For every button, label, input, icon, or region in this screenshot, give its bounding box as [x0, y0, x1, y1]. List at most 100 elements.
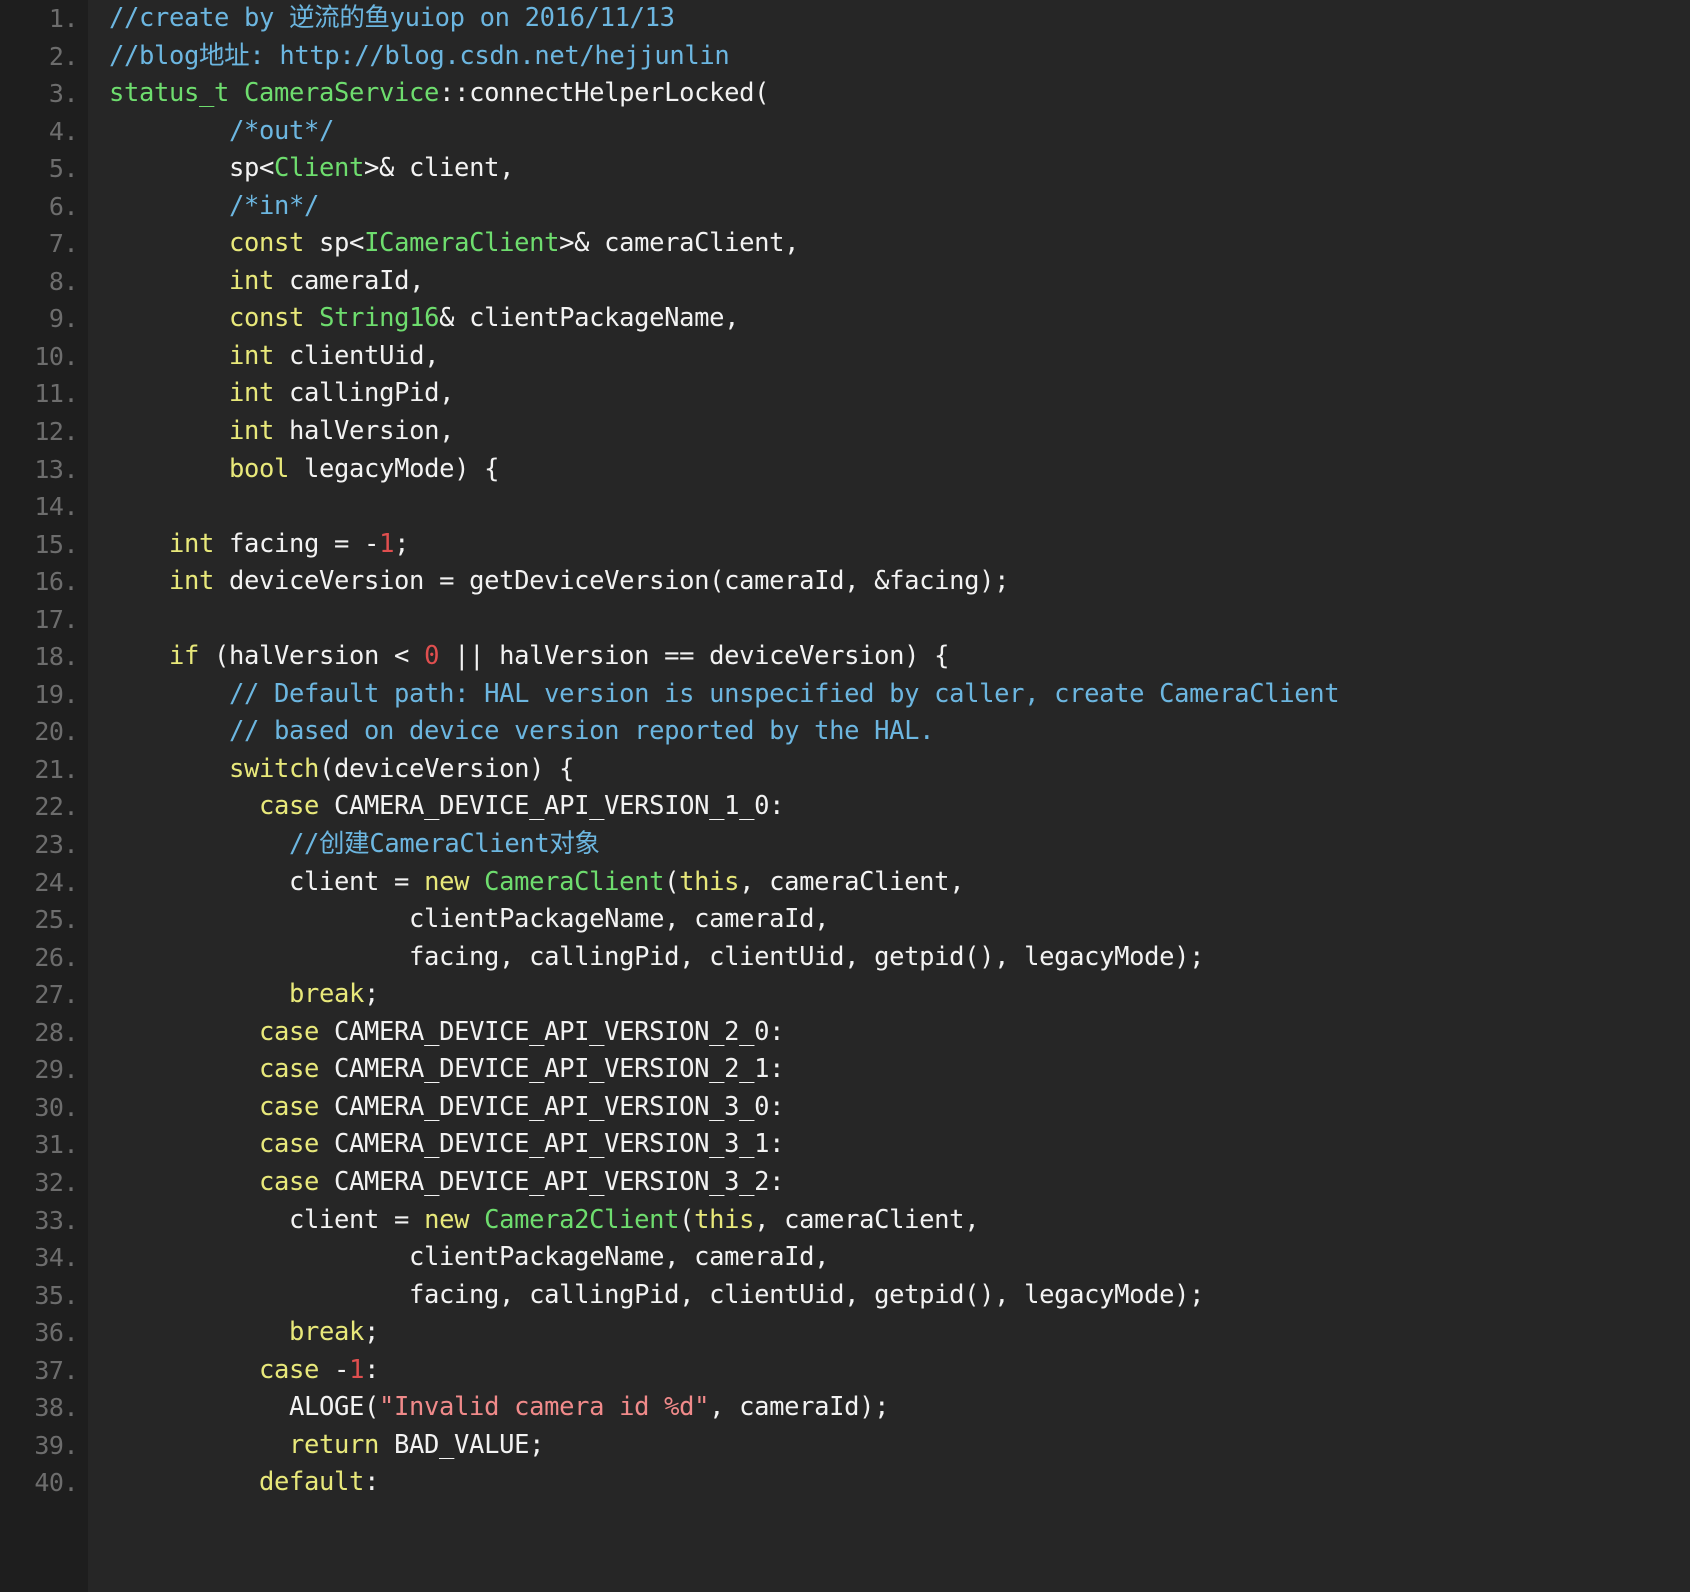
code-token-id — [109, 829, 289, 859]
code-token-id: ::connectHelperLocked( — [439, 78, 770, 109]
code-line[interactable]: return BAD_VALUE; — [109, 1427, 1690, 1465]
code-token-id — [109, 1467, 259, 1497]
code-token-id — [109, 754, 229, 784]
code-line[interactable]: facing, callingPid, clientUid, getpid(),… — [109, 939, 1690, 977]
code-token-cmt: /*out*/ — [229, 115, 335, 146]
code-content-area[interactable]: //create by 逆流的鱼yuiop on 2016/11/13 //blo… — [88, 0, 1690, 1592]
code-line[interactable]: status_t CameraService::connectHelperLoc… — [109, 75, 1690, 113]
code-line[interactable]: // based on device version reported by t… — [109, 713, 1690, 751]
code-token-id: facing, callingPid, clientUid, getpid(),… — [109, 1279, 1205, 1310]
code-line[interactable]: facing, callingPid, clientUid, getpid(),… — [109, 1277, 1690, 1315]
line-number: 40. — [34, 1468, 78, 1498]
code-token-id: CAMERA_DEVICE_API_VERSION_3_1: — [319, 1129, 785, 1160]
code-line[interactable]: int clientUid, — [109, 338, 1690, 376]
line-number: 23. — [34, 830, 78, 860]
code-token-id — [304, 303, 319, 333]
code-token-kw: int — [229, 416, 275, 447]
code-line[interactable]: case -1: — [109, 1352, 1690, 1390]
code-line[interactable]: client = new Camera2Client(this, cameraC… — [109, 1202, 1690, 1240]
code-line[interactable]: //create by 逆流的鱼yuiop on 2016/11/13 — [109, 0, 1690, 38]
code-token-id: ; — [364, 1317, 380, 1348]
code-token-id: clientPackageName, cameraId, — [109, 904, 830, 935]
code-line[interactable]: if (halVersion < 0 || halVersion == devi… — [109, 638, 1690, 676]
line-number: 33. — [34, 1205, 78, 1235]
code-token-id: sp< — [109, 153, 275, 184]
code-line[interactable]: int halVersion, — [109, 413, 1690, 451]
line-number: 28. — [34, 1017, 78, 1047]
line-number: 8. — [48, 266, 79, 296]
code-token-id — [109, 1430, 289, 1460]
code-line[interactable]: bool legacyMode) { — [109, 451, 1690, 489]
code-line[interactable]: clientPackageName, cameraId, — [109, 901, 1690, 939]
code-line[interactable] — [109, 601, 1690, 639]
code-line[interactable]: case CAMERA_DEVICE_API_VERSION_1_0: — [109, 788, 1690, 826]
code-line[interactable]: break; — [109, 976, 1690, 1014]
code-line[interactable]: // Default path: HAL version is unspecif… — [109, 676, 1690, 714]
code-token-cmt: //create by 逆流的鱼yuiop on 2016/11/13 — [109, 3, 675, 33]
code-token-id: ; — [394, 528, 410, 559]
line-number: 7. — [48, 229, 79, 259]
code-token-id: : — [364, 1467, 380, 1498]
code-token-ty: CameraService — [244, 78, 440, 109]
line-number: 10. — [34, 341, 78, 371]
code-token-id: client = — [109, 866, 425, 897]
code-token-id — [109, 979, 289, 1009]
code-token-id: & clientPackageName, — [439, 303, 740, 334]
code-line[interactable]: /*out*/ — [109, 113, 1690, 151]
line-number: 21. — [34, 754, 78, 784]
code-token-kw: int — [169, 528, 215, 559]
code-line[interactable]: break; — [109, 1314, 1690, 1352]
code-line[interactable]: int facing = -1; — [109, 526, 1690, 564]
code-token-id — [109, 1092, 259, 1122]
code-line[interactable]: case CAMERA_DEVICE_API_VERSION_2_1: — [109, 1051, 1690, 1089]
code-token-id: , cameraId); — [709, 1392, 890, 1423]
code-line[interactable]: case CAMERA_DEVICE_API_VERSION_3_1: — [109, 1126, 1690, 1164]
code-line[interactable]: clientPackageName, cameraId, — [109, 1239, 1690, 1277]
code-token-kw: const — [229, 228, 305, 259]
code-line[interactable]: sp<Client>& client, — [109, 150, 1690, 188]
code-line[interactable]: /*in*/ — [109, 188, 1690, 226]
code-token-id: ( — [679, 1204, 695, 1235]
code-line[interactable]: const String16& clientPackageName, — [109, 300, 1690, 338]
code-token-kw: case — [259, 1129, 320, 1160]
code-line[interactable]: case CAMERA_DEVICE_API_VERSION_3_0: — [109, 1089, 1690, 1127]
code-line[interactable]: //创建CameraClient对象 — [109, 826, 1690, 864]
line-number: 29. — [34, 1055, 78, 1085]
code-token-kw: new — [424, 866, 470, 897]
line-number: 15. — [34, 529, 78, 559]
code-token-kw: case — [259, 1054, 320, 1085]
line-number: 16. — [34, 567, 78, 597]
code-token-kw: case — [259, 791, 320, 822]
code-line[interactable]: default: — [109, 1464, 1690, 1502]
code-line[interactable]: client = new CameraClient(this, cameraCl… — [109, 864, 1690, 902]
code-line[interactable]: ALOGE("Invalid camera id %d", cameraId); — [109, 1389, 1690, 1427]
line-number: 17. — [34, 604, 78, 634]
code-token-id — [109, 1054, 259, 1084]
line-number: 22. — [34, 792, 78, 822]
code-line[interactable]: int callingPid, — [109, 375, 1690, 413]
code-line[interactable]: int cameraId, — [109, 263, 1690, 301]
code-token-id: || halVersion == deviceVersion) { — [439, 641, 950, 672]
code-token-id — [109, 191, 229, 221]
code-token-id: halVersion, — [274, 416, 455, 447]
code-token-id: CAMERA_DEVICE_API_VERSION_2_0: — [319, 1016, 785, 1047]
line-number: 35. — [34, 1280, 78, 1310]
code-token-kw: this — [694, 1204, 755, 1235]
code-line[interactable]: case CAMERA_DEVICE_API_VERSION_3_2: — [109, 1164, 1690, 1202]
code-editor[interactable]: 1. 2. 3. 4. 5. 6. 7. 8. 9. 10. 11. 12. 13. 14. 15. 16. 1… — [0, 0, 1690, 1592]
code-line[interactable]: switch(deviceVersion) { — [109, 751, 1690, 789]
line-number: 12. — [34, 417, 78, 447]
code-token-id: deviceVersion = getDeviceVersion(cameraI… — [214, 566, 1010, 597]
line-number: 31. — [34, 1130, 78, 1160]
line-number: 9. — [48, 304, 79, 334]
code-token-cmt: //blog地址: http://blog.csdn.net/hejjunlin — [109, 40, 730, 71]
code-token-kw: const — [229, 303, 305, 334]
code-line[interactable] — [109, 488, 1690, 526]
line-number: 34. — [34, 1243, 78, 1273]
code-line[interactable]: const sp<ICameraClient>& cameraClient, — [109, 225, 1690, 263]
code-token-kw: return — [289, 1429, 380, 1460]
code-line[interactable]: int deviceVersion = getDeviceVersion(cam… — [109, 563, 1690, 601]
code-token-id — [109, 1167, 259, 1197]
code-line[interactable]: //blog地址: http://blog.csdn.net/hejjunlin — [109, 38, 1690, 76]
code-line[interactable]: case CAMERA_DEVICE_API_VERSION_2_0: — [109, 1014, 1690, 1052]
